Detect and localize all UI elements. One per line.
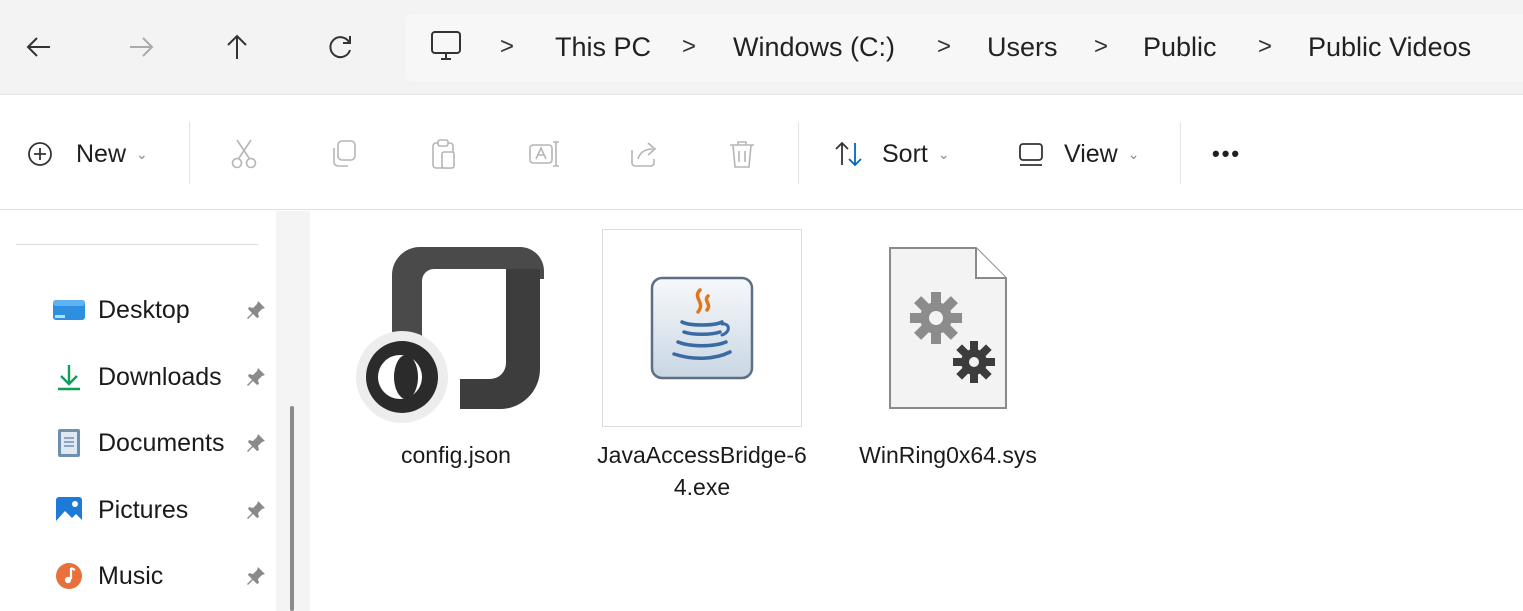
breadcrumb-windows-c[interactable]: Windows (C:): [733, 30, 895, 64]
system-file-icon: [848, 229, 1048, 427]
rename-icon: [529, 141, 559, 167]
forward-arrow-icon: [130, 37, 154, 57]
up-arrow-icon: [227, 34, 247, 59]
desktop-icon: [52, 295, 86, 325]
pictures-icon: [52, 495, 86, 525]
sidebar-item-label: Documents: [98, 428, 225, 457]
file-name: config.json: [401, 442, 511, 468]
share-icon: [631, 142, 657, 167]
refresh-icon: [329, 36, 351, 59]
download-icon: [52, 362, 86, 392]
sidebar-item-label: Desktop: [98, 295, 190, 324]
paste-button[interactable]: [424, 134, 464, 174]
file-item-javaaccessbridge-exe[interactable]: JavaAccessBridge-64.exe: [597, 229, 807, 500]
sidebar-item-label: Music: [98, 561, 164, 590]
back-arrow-icon: [26, 37, 50, 57]
pin-icon[interactable]: [244, 498, 268, 522]
view-label: View: [1064, 139, 1118, 168]
sidebar-scroll-thumb[interactable]: [290, 406, 294, 611]
more-options-button[interactable]: •••: [1212, 136, 1241, 172]
music-icon: [52, 561, 86, 591]
sort-button[interactable]: Sort ⌄: [832, 136, 950, 172]
file-item-config-json[interactable]: config.json: [356, 229, 556, 499]
share-button[interactable]: [624, 134, 664, 174]
breadcrumb-separator: >: [500, 33, 515, 60]
pin-icon[interactable]: [244, 564, 268, 588]
toolbar-divider: [1180, 122, 1181, 184]
delete-button[interactable]: [722, 134, 762, 174]
chevron-down-icon: ⌄: [1127, 145, 1140, 162]
copy-button[interactable]: [324, 134, 364, 174]
toolbar-divider: [798, 122, 799, 184]
more-icon: •••: [1212, 141, 1242, 166]
sort-icon: [835, 141, 862, 167]
sidebar-divider: [16, 244, 258, 245]
view-icon: [1019, 143, 1043, 166]
sidebar-item-documents[interactable]: Documents: [52, 423, 272, 463]
breadcrumb-this-pc[interactable]: This PC: [555, 30, 651, 64]
breadcrumb-public[interactable]: Public: [1143, 30, 1217, 64]
sidebar-item-downloads[interactable]: Downloads: [52, 357, 272, 397]
chevron-down-icon: ⌄: [937, 145, 950, 162]
cut-icon: [231, 139, 257, 169]
forward-button[interactable]: [116, 22, 166, 72]
new-label: New: [76, 139, 127, 168]
sidebar-item-label: Downloads: [98, 362, 222, 391]
pin-icon[interactable]: [244, 431, 268, 455]
refresh-button[interactable]: [316, 22, 366, 72]
pin-icon[interactable]: [244, 298, 268, 322]
address-bar-row: > This PC > Windows (C:) > Users > Publi…: [0, 0, 1523, 95]
toolbar-divider: [189, 122, 190, 184]
breadcrumb-public-videos[interactable]: Public Videos: [1308, 30, 1471, 64]
paste-icon: [432, 139, 455, 169]
sort-label: Sort: [882, 139, 928, 168]
file-name: JavaAccessBridge-64.exe: [597, 442, 807, 500]
java-exe-icon: [602, 229, 802, 427]
breadcrumb-users[interactable]: Users: [987, 30, 1058, 64]
sidebar-item-pictures[interactable]: Pictures: [52, 490, 272, 530]
chevron-down-icon: ⌄: [136, 145, 148, 162]
file-list: config.json JavaAccessBridge-64.exe WinR…: [310, 211, 1523, 611]
sidebar-item-music[interactable]: Music: [52, 556, 272, 596]
breadcrumb-separator: >: [1258, 33, 1273, 60]
this-pc-icon[interactable]: [428, 28, 464, 64]
navigation-pane: Desktop Downloads Documents Pictures Mus…: [0, 211, 276, 611]
up-button[interactable]: [212, 22, 262, 72]
file-item-winring0x64-sys[interactable]: WinRing0x64.sys: [848, 229, 1048, 499]
copy-icon: [333, 140, 356, 167]
command-bar: New ⌄ Sort ⌄ View ⌄ •••: [0, 96, 1523, 210]
rename-button[interactable]: [524, 134, 564, 174]
pin-icon[interactable]: [244, 365, 268, 389]
new-button[interactable]: New ⌄: [24, 136, 148, 172]
view-button[interactable]: View ⌄: [1014, 136, 1139, 172]
file-name: WinRing0x64.sys: [859, 442, 1037, 468]
back-button[interactable]: [14, 22, 64, 72]
breadcrumb-separator: >: [1094, 33, 1109, 60]
json-file-icon: [356, 229, 556, 427]
delete-icon: [730, 141, 754, 168]
breadcrumb-separator: >: [682, 33, 697, 60]
plus-circle-icon: [28, 142, 52, 166]
documents-icon: [52, 428, 86, 458]
cut-button[interactable]: [224, 134, 264, 174]
breadcrumb-separator: >: [937, 33, 952, 60]
sidebar-item-desktop[interactable]: Desktop: [52, 290, 272, 330]
sidebar-item-label: Pictures: [98, 495, 189, 524]
